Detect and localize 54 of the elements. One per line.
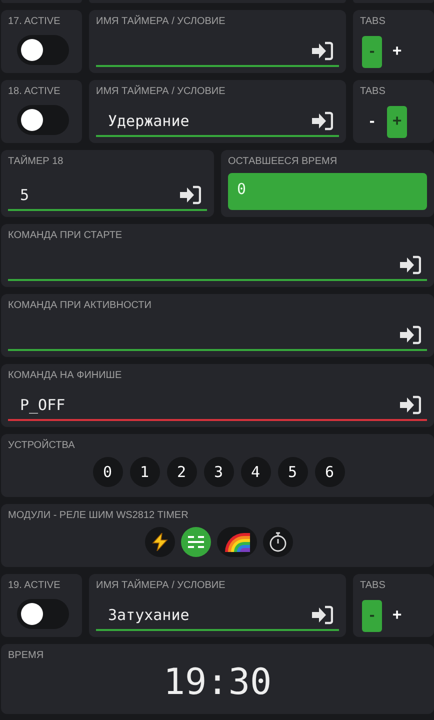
module-button[interactable] (262, 527, 292, 557)
enter-button[interactable] (399, 395, 421, 415)
toggle-switch[interactable] (17, 35, 69, 65)
input-field[interactable]: Удержание (96, 107, 339, 137)
field-label: TABS (360, 580, 386, 592)
toggle-switch[interactable] (17, 105, 69, 135)
tab-button[interactable]: + (387, 36, 407, 68)
field-label: КОМАНДА ПРИ АКТИВНОСТИ (8, 300, 152, 312)
enter-button[interactable] (179, 185, 201, 205)
field-label: МОДУЛИ - РЕЛЕ ШИМ WS2812 TIMER (8, 510, 188, 522)
remaining-time-display: 0 (228, 173, 427, 210)
tab-button[interactable]: - (362, 106, 382, 138)
rainbow-icon (224, 532, 250, 552)
toggle-switch[interactable] (17, 599, 69, 629)
tab-button[interactable]: + (387, 600, 407, 632)
enter-button[interactable] (311, 41, 333, 61)
field-label: TABS (360, 86, 386, 98)
field-label: ИМЯ ТАЙМЕРА / УСЛОВИЕ (96, 16, 226, 28)
field-label: УСТРОЙСТВА (8, 440, 75, 452)
field-label: 18. ACTIVE (8, 86, 60, 98)
field-label: 17. ACTIVE (8, 16, 60, 28)
input-field[interactable]: P_OFF (8, 391, 427, 421)
tab-button[interactable]: - (362, 600, 382, 632)
tab-button[interactable]: - (362, 36, 382, 68)
module-button[interactable] (216, 527, 256, 557)
field-label: КОМАНДА ПРИ СТАРТЕ (8, 230, 122, 242)
field-label: ИМЯ ТАЙМЕРА / УСЛОВИЕ (96, 580, 226, 592)
lightning-icon (152, 533, 168, 551)
field-label: ВРЕМЯ (8, 650, 44, 662)
enter-button[interactable] (311, 605, 333, 625)
sliders-icon (188, 535, 204, 549)
field-label: КОМАНДА НА ФИНИШЕ (8, 370, 122, 382)
clock-time: 19:30 (163, 663, 272, 703)
module-button[interactable] (180, 527, 210, 557)
enter-button[interactable] (399, 325, 421, 345)
field-label: TABS (360, 16, 386, 28)
field-label: ТАЙМЕР 18 (8, 156, 64, 168)
input-field[interactable]: Затухание (96, 601, 339, 631)
device-button[interactable]: 2 (166, 457, 196, 487)
device-button[interactable]: 4 (240, 457, 270, 487)
input-field[interactable]: 5 (8, 181, 207, 211)
enter-button[interactable] (399, 255, 421, 275)
field-label: ОСТАВШЕЕСЯ ВРЕМЯ (228, 156, 338, 168)
tab-button[interactable]: + (387, 106, 407, 138)
device-button[interactable]: 0 (92, 457, 122, 487)
device-button[interactable]: 3 (204, 457, 234, 487)
device-button[interactable]: 5 (278, 457, 308, 487)
module-button[interactable] (144, 527, 174, 557)
device-button[interactable]: 1 (130, 457, 160, 487)
field-label: ИМЯ ТАЙМЕРА / УСЛОВИЕ (96, 86, 226, 98)
device-button[interactable]: 6 (314, 457, 344, 487)
field-label: 19. ACTIVE (8, 580, 60, 592)
stopwatch-icon (268, 532, 286, 552)
enter-button[interactable] (311, 111, 333, 131)
